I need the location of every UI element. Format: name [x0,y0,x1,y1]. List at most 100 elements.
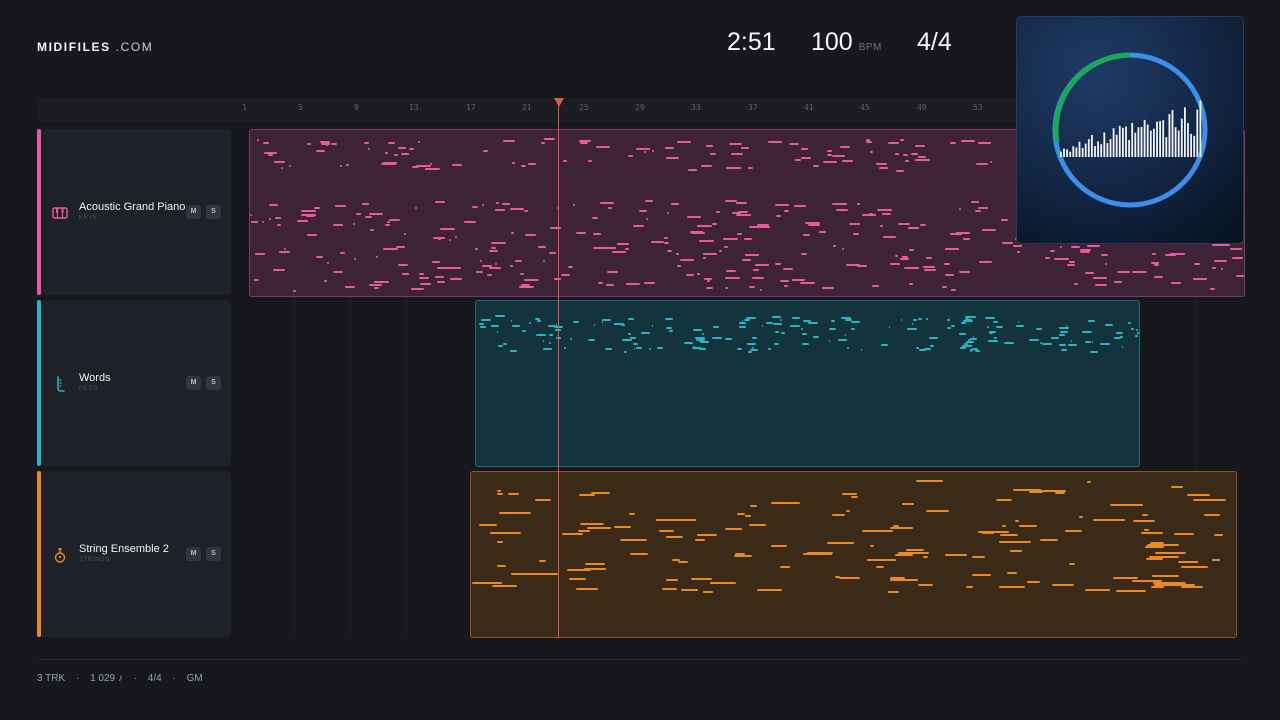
midi-note [269,204,278,206]
midi-note [666,579,678,581]
midi-note [773,323,782,325]
midi-note [739,322,746,324]
midi-note [1170,253,1185,255]
midi-note [1059,334,1065,336]
solo-button[interactable]: S [206,376,221,390]
midi-note [522,330,526,332]
midi-note [748,167,753,169]
midi-note [1002,242,1013,244]
midi-note [385,224,390,226]
midi-note [827,542,854,544]
midi-note [741,147,749,149]
midi-note [644,151,646,153]
midi-note [576,588,598,590]
midi-note [879,163,885,165]
midi-note [900,258,909,260]
ruler-tick: 45 [860,103,870,112]
midi-note [1212,267,1216,269]
midi-note [418,141,420,143]
visualizer-bar [1060,151,1062,157]
midi-note [842,248,844,250]
midi-note [411,288,424,290]
midi-note [620,539,647,541]
midi-note [801,157,811,159]
solo-button[interactable]: S [206,547,221,561]
midi-note [596,146,610,148]
midi-note [629,513,635,515]
mute-button[interactable]: M [186,376,201,390]
midi-note [895,153,899,155]
album-art-thumbnail[interactable] [1016,16,1244,244]
midi-note [633,225,644,227]
midi-clip-words[interactable] [475,300,1140,467]
playhead-handle[interactable] [554,98,564,107]
midi-note [491,247,496,249]
midi-note [492,585,517,587]
track-header-words[interactable]: Words REED M S [37,300,231,466]
midi-note [725,277,740,279]
midi-note [924,348,931,350]
midi-note [487,274,492,276]
playhead-line[interactable] [558,102,559,638]
midi-note [784,210,789,212]
midi-note [738,211,748,213]
track-color-bar [37,300,41,466]
midi-note [926,318,928,320]
midi-note [703,253,717,255]
visualizer-bar [1115,134,1118,157]
midi-note [916,347,919,349]
midi-note [861,349,862,351]
visualizer-bar [1149,130,1152,157]
midi-note [795,159,801,161]
midi-note [968,316,976,318]
site-logo[interactable]: MIDIFILES .COM [37,40,153,54]
midi-note [490,532,521,534]
midi-note [771,502,800,504]
midi-note [369,284,382,286]
midi-note [801,148,808,150]
midi-note [902,503,914,505]
mute-button[interactable]: M [186,205,201,219]
visualizer-bar [1180,118,1183,157]
midi-note [1116,332,1123,334]
midi-note [376,256,378,258]
midi-note [744,238,752,240]
midi-note [592,217,598,219]
midi-note [657,347,663,349]
midi-note [1029,491,1043,493]
midi-note [503,140,515,142]
midi-note [802,343,809,345]
midi-clip-strings[interactable] [470,471,1237,638]
visualizer-bar [1184,107,1186,157]
midi-note [1117,271,1130,273]
logo-bold: MIDIFILES [37,40,111,54]
midi-note [676,253,679,255]
mute-button[interactable]: M [186,547,201,561]
midi-note [923,556,928,558]
midi-note [544,138,555,140]
midi-note [883,236,896,238]
midi-note [1100,343,1110,345]
midi-note [536,334,546,336]
midi-note [742,259,751,261]
midi-note [959,271,970,273]
midi-note [1174,533,1194,535]
midi-note [1029,339,1039,341]
track-header-piano[interactable]: Acoustic Grand Piano KEYS M S [37,129,231,295]
solo-button[interactable]: S [206,205,221,219]
midi-note [607,271,618,273]
midi-note [725,287,728,289]
midi-note [1193,499,1226,501]
midi-note [398,264,408,266]
track-header-strings[interactable]: String Ensemble 2 STRINGS M S [37,471,231,637]
midi-note [881,344,888,346]
midi-note [1155,552,1186,554]
midi-note [801,253,807,255]
midi-note [1109,519,1125,521]
midi-note [524,210,528,212]
midi-note [255,253,265,255]
midi-note [316,256,323,258]
midi-note [1194,263,1200,265]
midi-note [568,266,573,268]
midi-note [833,245,836,247]
